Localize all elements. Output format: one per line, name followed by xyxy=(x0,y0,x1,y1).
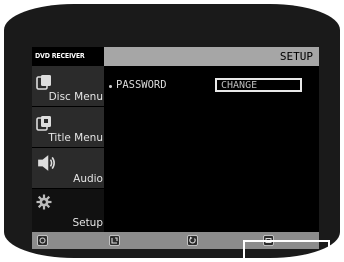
sidebar-item-label: Title Menu xyxy=(48,132,103,144)
sidebar-item-title-menu[interactable]: Title Menu xyxy=(32,107,104,147)
navigate-icon[interactable] xyxy=(37,235,48,246)
password-label: PASSWORD xyxy=(116,79,167,91)
sidebar-item-label: Disc Menu xyxy=(48,91,103,103)
page-title: SETUP xyxy=(279,50,313,63)
sidebar-item-disc-menu[interactable]: Disc Menu xyxy=(32,66,104,106)
settings-content: PASSWORD CHANGE xyxy=(104,66,319,232)
disc-menu-icon xyxy=(36,75,51,90)
speaker-icon xyxy=(38,155,55,171)
return-icon[interactable] xyxy=(187,235,198,246)
bullet-icon xyxy=(109,85,112,88)
sidebar-item-label: Setup xyxy=(72,217,103,229)
header-bar: SETUP xyxy=(104,47,319,66)
title-menu-icon xyxy=(36,116,51,131)
page-edge xyxy=(0,258,344,262)
gear-icon xyxy=(36,194,52,210)
change-password-button[interactable]: CHANGE xyxy=(215,78,302,92)
enter-icon[interactable] xyxy=(109,235,120,246)
sidebar: Disc Menu Title Menu Audio Setup xyxy=(32,66,104,232)
footer-selection-outline xyxy=(243,240,330,259)
sidebar-item-label: Audio xyxy=(73,173,103,185)
device-title-bar: DVD RECEIVER xyxy=(32,47,104,66)
osd-screen: DVD RECEIVER SETUP Disc Menu Title Menu xyxy=(32,47,319,249)
device-title: DVD RECEIVER xyxy=(35,52,85,60)
change-password-value: CHANGE xyxy=(221,80,258,91)
sidebar-item-setup[interactable]: Setup xyxy=(32,189,104,232)
sidebar-item-audio[interactable]: Audio xyxy=(32,148,104,188)
